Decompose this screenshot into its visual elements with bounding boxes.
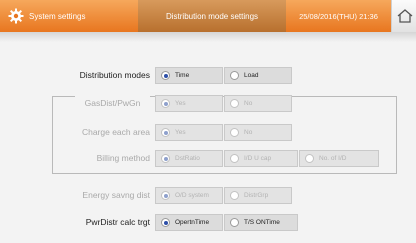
home-button[interactable]: [391, 0, 416, 32]
radio-selected-icon: [161, 191, 170, 200]
system-settings-label: System settings: [29, 11, 86, 21]
energy-od-system-option[interactable]: O/D system: [155, 187, 223, 204]
billing-id-ucap-option[interactable]: I/D U cap: [224, 150, 298, 167]
billing-method-row: Billing method DstRatio I/D U cap No. of…: [20, 150, 380, 167]
radio-unselected-icon: [230, 99, 239, 108]
datetime-text: 25/08/2016(THU) 21:36: [299, 11, 378, 21]
datetime-display: 25/08/2016(THU) 21:36: [286, 0, 391, 32]
radio-unselected-icon: [230, 128, 239, 137]
radio-selected-icon: [161, 71, 170, 80]
gasdist-group-title: GasDist/PwGn: [75, 95, 150, 112]
gasdist-no-option[interactable]: No: [224, 95, 292, 112]
distribution-mode-time-option[interactable]: Time: [155, 67, 223, 84]
distribution-modes-row: Distribution modes Time Load: [20, 67, 300, 84]
title-bar: System settings Distribution mode settin…: [0, 0, 416, 32]
system-settings-tab[interactable]: System settings: [0, 0, 138, 32]
billing-no-of-id-option[interactable]: No. of I/D: [299, 150, 379, 167]
distribution-modes-label: Distribution modes: [79, 70, 150, 80]
radio-unselected-icon: [230, 154, 239, 163]
radio-selected-icon: [161, 99, 170, 108]
header-shadow: [0, 32, 416, 42]
radio-unselected-icon: [230, 218, 239, 227]
energy-distrgrp-option[interactable]: DistrGrp: [224, 187, 292, 204]
gasdist-yes-option[interactable]: Yes: [155, 95, 223, 112]
home-icon: [397, 9, 412, 23]
pwrdistr-operttime-option[interactable]: OpertnTime: [155, 214, 223, 231]
radio-selected-icon: [161, 128, 170, 137]
distribution-mode-tab[interactable]: Distribution mode settings: [138, 0, 286, 32]
energy-saving-dist-row: Energy savng dist O/D system DistrGrp: [20, 187, 300, 204]
charge-each-area-yes-option[interactable]: Yes: [155, 124, 223, 141]
distribution-mode-load-option[interactable]: Load: [224, 67, 292, 84]
charge-each-area-no-option[interactable]: No: [224, 124, 292, 141]
charge-each-area-label: Charge each area: [81, 127, 150, 137]
billing-method-label: Billing method: [96, 153, 150, 163]
pwrdistr-calc-trgt-label: PwrDistr calc trgt: [85, 217, 150, 227]
energy-saving-dist-label: Energy savng dist: [82, 190, 150, 200]
distribution-mode-label: Distribution mode settings: [165, 11, 259, 21]
radio-selected-icon: [161, 154, 170, 163]
charge-each-area-row: Charge each area Yes No: [20, 124, 300, 141]
radio-selected-icon: [161, 218, 170, 227]
pwrdistr-ts-ontime-option[interactable]: T/S ONTime: [224, 214, 298, 231]
pwrdistr-calc-trgt-row: PwrDistr calc trgt OpertnTime T/S ONTime: [20, 214, 300, 231]
radio-unselected-icon: [305, 154, 314, 163]
gasdist-row: GasDist/PwGn Yes No: [20, 95, 300, 112]
radio-unselected-icon: [230, 71, 239, 80]
radio-unselected-icon: [230, 191, 239, 200]
gear-icon: [8, 8, 24, 24]
billing-dstratio-option[interactable]: DstRatio: [155, 150, 223, 167]
